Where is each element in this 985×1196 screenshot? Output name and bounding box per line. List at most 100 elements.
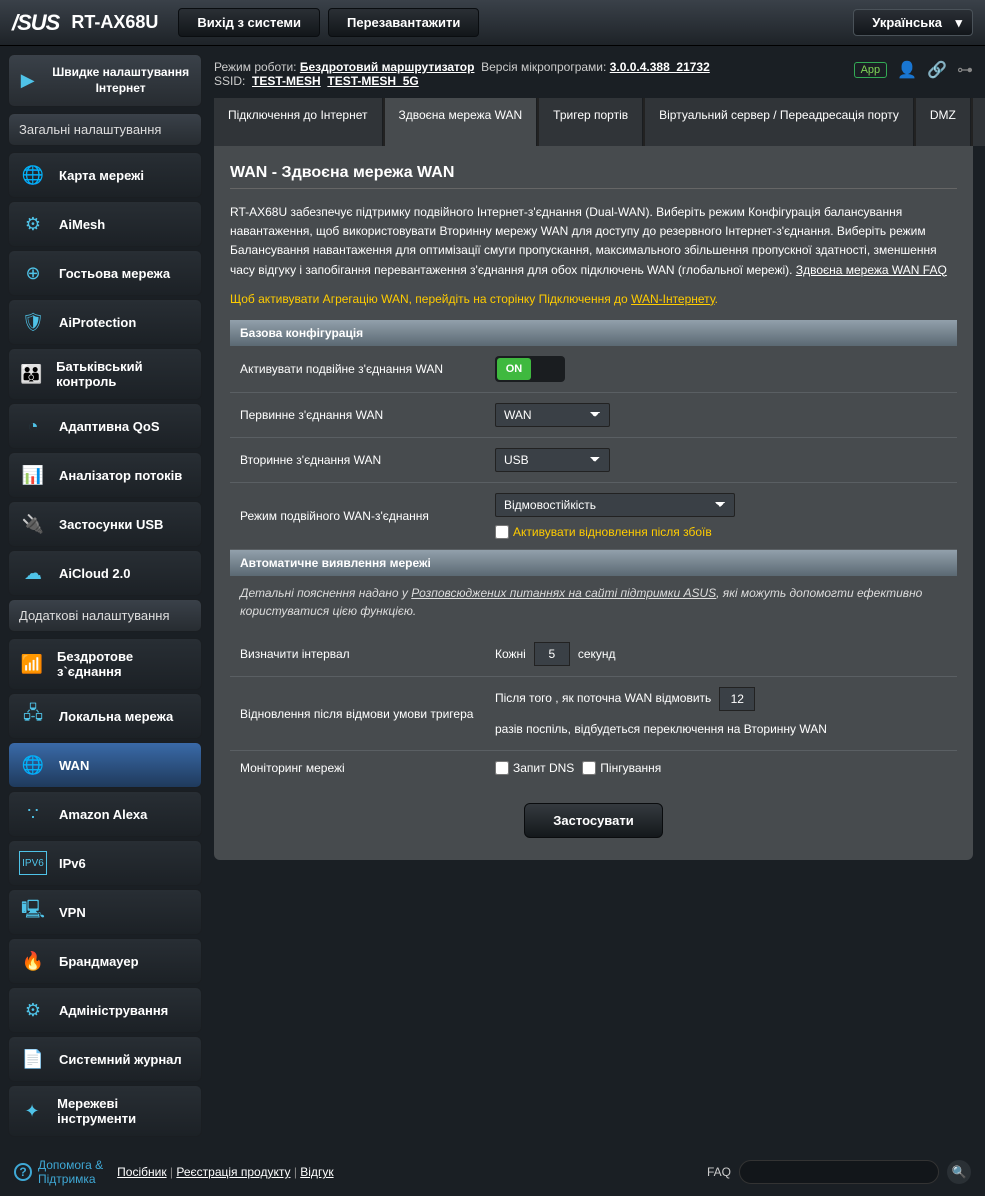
nav-wireless[interactable]: 📶Бездротове з`єднання (8, 638, 202, 690)
label: Режим подвійного WAN-з'єднання (240, 509, 495, 523)
qis-button[interactable]: ▶ Швидке налаштування Інтернет (8, 54, 202, 107)
nav-label: AiMesh (59, 217, 105, 232)
language-select[interactable]: Українська (853, 9, 973, 36)
label: Первинне з'єднання WAN (240, 408, 495, 422)
tab-dmz[interactable]: DMZ (916, 98, 971, 146)
ping-checkbox[interactable] (582, 761, 596, 775)
dual-wan-toggle[interactable]: ON (495, 356, 565, 382)
nav-label: Адаптивна QoS (59, 419, 160, 434)
fw-link[interactable]: 3.0.0.4.388_21732 (610, 60, 710, 74)
description: RT-AX68U забезпечує підтримку подвійного… (230, 203, 957, 280)
failover-count-input[interactable] (719, 687, 755, 711)
infobar: Режим роботи: Бездротовий маршрутизатор … (214, 54, 973, 98)
logout-button[interactable]: Вихід з системи (178, 8, 320, 37)
dns-query-checkbox[interactable] (495, 761, 509, 775)
dns-query-label[interactable]: Запит DNS (495, 761, 574, 775)
wan-internet-link[interactable]: WAN-Інтернету (631, 292, 715, 306)
register-link[interactable]: Реєстрація продукту (176, 1165, 290, 1179)
reboot-button[interactable]: Перезавантажити (328, 8, 479, 37)
tab-ddns[interactable]: DDNS (973, 98, 985, 146)
nav-lan[interactable]: 🖧Локальна мережа (8, 693, 202, 739)
cloud-icon: ☁ (19, 561, 47, 585)
nav-aimesh[interactable]: ⚙ AiMesh (8, 201, 202, 247)
ipv6-icon: IPV6 (19, 851, 47, 875)
secondary-wan-select[interactable]: USB (495, 448, 610, 472)
sub-description: Детальні пояснення надано у Розповсюджен… (230, 576, 957, 632)
nav-alexa[interactable]: ∵Amazon Alexa (8, 791, 202, 837)
tab-port-trigger[interactable]: Тригер портів (539, 98, 643, 146)
nav-ipv6[interactable]: IPV6 IPv6 (8, 840, 202, 886)
failback-checkbox[interactable] (495, 525, 509, 539)
failback-checkbox-label[interactable]: Активувати відновлення після збоїв (495, 525, 712, 539)
section-advanced: Додаткові налаштування (8, 599, 202, 632)
ping-label[interactable]: Пінгування (582, 761, 661, 775)
main: Режим роботи: Бездротовий маршрутизатор … (210, 46, 985, 1148)
asus-faq-link[interactable]: Розповсюджених питаннях на сайті підтрим… (411, 586, 716, 600)
content: WAN - Здвоєна мережа WAN RT-AX68U забезп… (214, 146, 973, 860)
footer: ? Допомога &Підтримка Посібник | Реєстра… (0, 1148, 985, 1196)
model-name: RT-AX68U (71, 12, 158, 33)
text: секунд (578, 647, 616, 661)
nav-vpn[interactable]: 🖳VPN (8, 889, 202, 935)
nav-aicloud[interactable]: ☁AiCloud 2.0 (8, 550, 202, 596)
section-auto-detect: Автоматичне виявлення мережі (230, 550, 957, 576)
nav-wan[interactable]: 🌐 WAN (8, 742, 202, 788)
mesh-icon: ⚙ (19, 212, 47, 236)
ssid1-link[interactable]: TEST-MESH (252, 74, 321, 88)
faq-link[interactable]: Здвоєна мережа WAN FAQ (796, 263, 947, 277)
row-interval: Визначити інтервал Кожні секунд (230, 632, 957, 677)
row-primary-wan: Первинне з'єднання WAN WAN (230, 393, 957, 438)
user-icon[interactable]: 👤 (897, 60, 917, 80)
row-monitoring: Моніторинг мережі Запит DNS Пінгування (230, 751, 957, 785)
nav-label: WAN (59, 758, 89, 773)
nav-admin[interactable]: ⚙Адміністрування (8, 987, 202, 1033)
row-enable-dual-wan: Активувати подвійне з'єднання WAN ON (230, 346, 957, 393)
label: Визначити інтервал (240, 647, 495, 661)
nav-guest[interactable]: ⊕Гостьова мережа (8, 250, 202, 296)
nav-label: IPv6 (59, 856, 86, 871)
apply-button[interactable]: Застосувати (524, 803, 662, 838)
tab-connection[interactable]: Підключення до Інтернет (214, 98, 383, 146)
nav-nettools[interactable]: ✦Мережеві інструменти (8, 1085, 202, 1137)
nav-usb[interactable]: 🔌Застосунки USB (8, 501, 202, 547)
app-badge[interactable]: App (854, 62, 888, 78)
primary-wan-select[interactable]: WAN (495, 403, 610, 427)
log-icon: 📄 (19, 1047, 47, 1071)
interval-input[interactable] (534, 642, 570, 666)
text: Після того , як поточна WAN відмовить (495, 688, 711, 710)
alexa-icon: ∵ (19, 802, 47, 826)
faq-search-input[interactable] (739, 1160, 939, 1184)
nav-qos[interactable]: ◔Адаптивна QoS (8, 403, 202, 449)
globe-icon: 🌐 (19, 753, 47, 777)
tab-virtual-server[interactable]: Віртуальний сервер / Переадресація порту (645, 98, 914, 146)
nav-parental[interactable]: 👪Батьківський контроль (8, 348, 202, 400)
mode-link[interactable]: Бездротовий маршрутизатор (300, 60, 475, 74)
nav-syslog[interactable]: 📄 Системний журнал (8, 1036, 202, 1082)
nav-firewall[interactable]: 🔥Брандмауер (8, 938, 202, 984)
ssid2-link[interactable]: TEST-MESH_5G (327, 74, 418, 88)
tabs: Підключення до Інтернет Здвоєна мережа W… (214, 98, 973, 146)
nav-network-map[interactable]: 🌐Карта мережі (8, 152, 202, 198)
shield-icon: 🛡 (19, 310, 47, 334)
row-secondary-wan: Вторинне з'єднання WAN USB (230, 438, 957, 483)
nav-aiprotection[interactable]: 🛡 AiProtection (8, 299, 202, 345)
ssid-label: SSID: (214, 74, 245, 88)
help-support[interactable]: ? Допомога &Підтримка (14, 1158, 103, 1186)
row-failover: Відновлення після відмови умови тригера … (230, 677, 957, 752)
usb-status-icon[interactable]: ⊶ (957, 60, 973, 80)
search-icon: 🔍 (952, 1165, 967, 1179)
nav-label: Мережеві інструменти (57, 1096, 191, 1126)
tab-dual-wan[interactable]: Здвоєна мережа WAN (385, 98, 538, 146)
manual-link[interactable]: Посібник (117, 1165, 166, 1179)
nav-label: Системний журнал (59, 1052, 182, 1067)
gear-icon: ⚙ (19, 998, 47, 1022)
nav-label: AiProtection (59, 315, 136, 330)
faq-label: FAQ (707, 1165, 731, 1179)
mode-select[interactable]: Відмовостійкість (495, 493, 735, 517)
search-button[interactable]: 🔍 (947, 1160, 971, 1184)
feedback-link[interactable]: Відгук (300, 1165, 333, 1179)
sidebar: ▶ Швидке налаштування Інтернет Загальні … (0, 46, 210, 1148)
network-status-icon[interactable]: 🔗 (927, 60, 947, 80)
family-icon: 👪 (19, 362, 44, 386)
nav-traffic[interactable]: 📊Аналізатор потоків (8, 452, 202, 498)
